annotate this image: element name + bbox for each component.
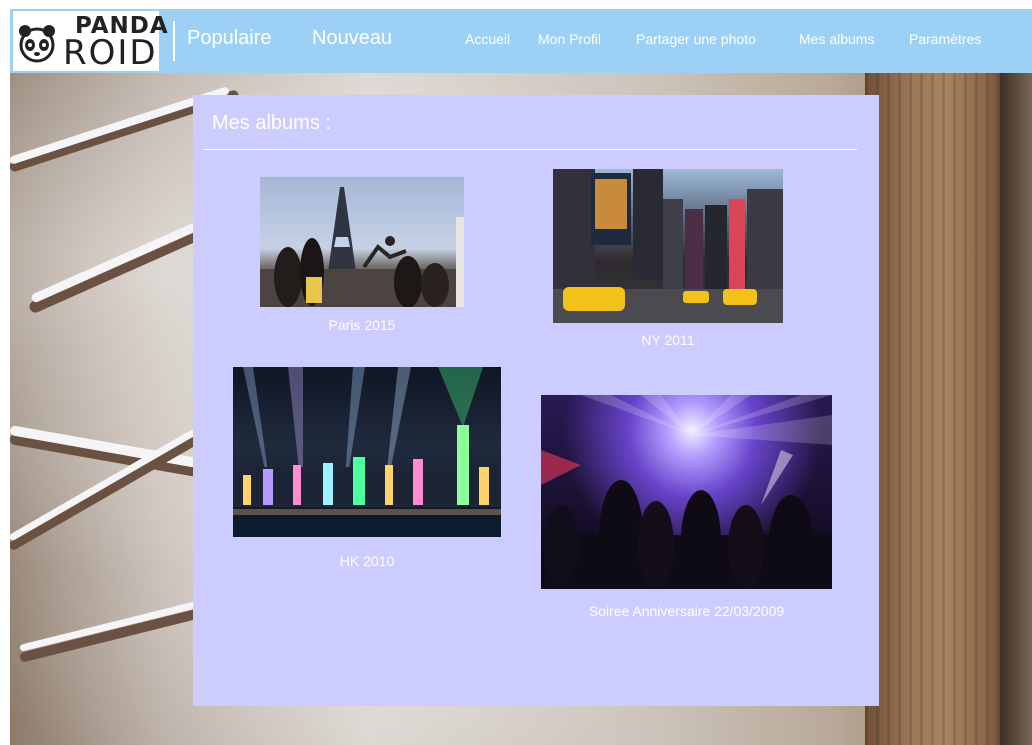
album-caption: Soiree Anniversaire 22/03/2009: [588, 603, 785, 619]
title-divider: [204, 149, 857, 150]
hk-photo: [233, 367, 501, 537]
nav-divider: [173, 21, 175, 61]
logo[interactable]: PANDA ROID: [13, 11, 168, 73]
tree-trunk: [865, 73, 1015, 745]
album-card-paris[interactable]: Paris 2015: [260, 177, 464, 337]
ny-photo: [553, 169, 783, 323]
nav-link-mes-albums[interactable]: Mes albums: [799, 31, 874, 47]
album-thumbnail[interactable]: [233, 367, 501, 537]
album-thumbnail[interactable]: [553, 169, 783, 323]
snow-decoration: [19, 596, 215, 652]
album-caption: Paris 2015: [328, 317, 396, 333]
album-thumbnail[interactable]: [541, 395, 832, 589]
album-card-ny[interactable]: NY 2011: [553, 169, 783, 349]
nav-link-parametres[interactable]: Paramètres: [909, 31, 981, 47]
nav-link-partager-une-photo[interactable]: Partager une photo: [636, 31, 756, 47]
album-card-soiree[interactable]: Soiree Anniversaire 22/03/2009: [541, 395, 832, 620]
tree-trunk: [1000, 73, 1032, 745]
album-caption: NY 2011: [641, 332, 695, 348]
page-title: Mes albums :: [212, 112, 331, 134]
nav-link-accueil[interactable]: Accueil: [465, 31, 510, 47]
party-photo: [541, 395, 832, 589]
nav-link-populaire[interactable]: Populaire: [187, 27, 272, 50]
album-thumbnail[interactable]: [260, 177, 464, 307]
panda-logo-icon: [19, 25, 55, 63]
albums-panel: Mes albums : Paris 2015 NY 2011 HK 2010 …: [193, 95, 879, 706]
nav-link-nouveau[interactable]: Nouveau: [312, 27, 392, 50]
paris-photo: [260, 187, 464, 307]
album-card-hk[interactable]: HK 2010: [233, 367, 501, 577]
logo-text-roid: ROID: [63, 33, 158, 73]
top-navigation-bar: PANDA ROID Populaire Nouveau Accueil Mon…: [10, 9, 1032, 73]
nav-link-mon-profil[interactable]: Mon Profil: [538, 31, 601, 47]
album-caption: HK 2010: [339, 553, 395, 569]
